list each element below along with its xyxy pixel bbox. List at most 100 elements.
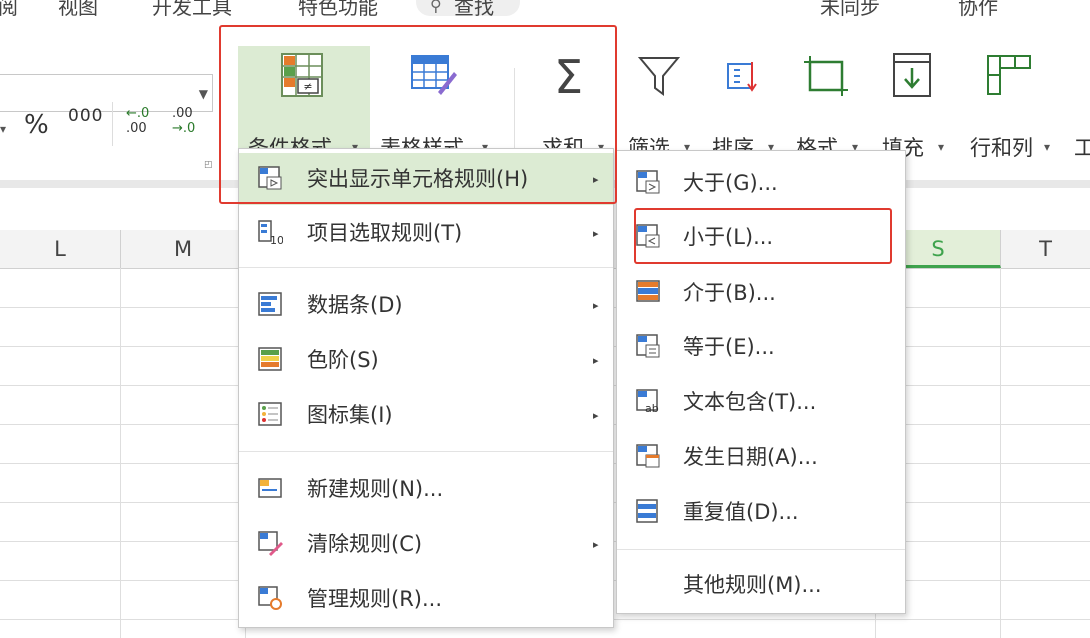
submenu-item-text-contains[interactable]: ab 文本包含(T)... <box>617 376 905 426</box>
equal-to-icon <box>636 334 660 358</box>
manage-rules-icon <box>258 586 282 610</box>
duplicate-values-icon <box>636 499 658 523</box>
submenu-item-label: 重复值(D)... <box>683 500 799 524</box>
menu-item-label: 清除规则(C) <box>307 532 423 556</box>
search-label: 查找 <box>454 0 494 19</box>
rows-cols-icon <box>987 55 1031 95</box>
divider <box>112 102 113 146</box>
submenu-item-label: 大于(G)... <box>683 171 778 195</box>
grid-col-line <box>1000 268 1001 638</box>
search-box[interactable]: ⚲ 查找 <box>416 0 520 19</box>
filter-icon <box>638 57 680 96</box>
menu-item-clear-rules[interactable]: 清除规则(C) ▸ <box>239 518 613 568</box>
data-bars-icon <box>258 292 282 316</box>
submenu-item-greater-than[interactable]: 大于(G)... <box>617 157 905 207</box>
menu-dev-tools[interactable]: 开发工具 <box>152 0 232 20</box>
svg-text:ab: ab <box>645 402 659 414</box>
less-than-icon <box>636 224 660 248</box>
chevron-down-icon: ▾ <box>1044 140 1051 154</box>
submenu-item-date-occurring[interactable]: 发生日期(A)... <box>617 431 905 481</box>
menu-item-label: 突出显示单元格规则(H) <box>307 167 529 191</box>
top-menu-bar: 阅 视图 开发工具 特色功能 ⚲ 查找 未同步 协作 <box>0 0 1090 22</box>
menu-view[interactable]: 视图 <box>58 0 98 20</box>
menu-item-top-bottom-rules[interactable]: 10 项目选取规则(T) ▸ <box>239 207 613 257</box>
color-scales-icon <box>258 347 282 371</box>
menu-separator <box>617 549 905 550</box>
column-header-l[interactable]: L <box>0 230 121 268</box>
text-contains-icon: ab <box>636 389 659 414</box>
calendar-icon <box>636 444 660 468</box>
clear-rules-icon <box>258 531 283 556</box>
submenu-item-between[interactable]: 介于(B)... <box>617 267 905 317</box>
conditional-format-menu: 突出显示单元格规则(H) ▸ 10 项目选取规则(T) ▸ 数据条(D) ▸ 色… <box>238 148 614 628</box>
worksheet-button[interactable]: 工 <box>1074 132 1090 162</box>
decrease-decimal-button[interactable]: .00 →.0 <box>172 106 195 136</box>
menu-special-features[interactable]: 特色功能 <box>298 0 378 20</box>
menu-item-new-rule[interactable]: 新建规则(N)... <box>239 463 613 513</box>
menu-item-label: 管理规则(R)... <box>307 587 443 611</box>
menu-item-color-scales[interactable]: 色阶(S) ▸ <box>239 334 613 384</box>
chevron-right-icon: ▸ <box>593 354 599 367</box>
column-header-m[interactable]: M <box>121 230 246 268</box>
table-style-icon <box>411 55 457 95</box>
svg-text:10: 10 <box>270 234 283 245</box>
format-icon <box>804 56 848 96</box>
top-bottom-rules-icon: 10 <box>258 220 283 245</box>
column-header-t[interactable]: T <box>1001 230 1090 268</box>
chevron-right-icon: ▸ <box>593 538 599 551</box>
menu-review[interactable]: 阅 <box>0 0 18 20</box>
menu-item-data-bars[interactable]: 数据条(D) ▸ <box>239 279 613 329</box>
submenu-item-equal-to[interactable]: 等于(E)... <box>617 321 905 371</box>
submenu-item-label: 其他规则(M)... <box>683 573 822 597</box>
new-rule-icon <box>258 478 282 498</box>
submenu-item-duplicate-values[interactable]: 重复值(D)... <box>617 486 905 536</box>
dec-decimal-top: .00 <box>172 106 193 121</box>
between-icon <box>636 280 660 302</box>
sync-status[interactable]: 未同步 <box>820 0 880 20</box>
sort-icon <box>727 62 757 92</box>
conditional-format-icon: ≠ <box>281 53 323 97</box>
search-icon: ⚲ <box>430 0 442 15</box>
chevron-down-icon: ▼ <box>198 87 208 101</box>
submenu-item-less-than[interactable]: 小于(L)... <box>617 211 905 261</box>
chevron-right-icon: ▸ <box>593 409 599 422</box>
fill-icon <box>893 53 931 97</box>
menu-item-label: 数据条(D) <box>307 293 403 317</box>
highlight-cells-submenu: 大于(G)... 小于(L)... 介于(B)... 等于(E)... ab 文… <box>616 150 906 614</box>
inc-decimal-top: ←.0 <box>126 106 150 121</box>
chevron-down-icon[interactable]: ▾ <box>0 122 6 136</box>
submenu-item-more-rules[interactable]: 其他规则(M)... <box>617 559 905 609</box>
submenu-item-label: 小于(L)... <box>683 225 774 249</box>
submenu-item-label: 发生日期(A)... <box>683 445 818 469</box>
greater-than-icon <box>636 170 660 194</box>
menu-item-label: 新建规则(N)... <box>307 477 444 501</box>
chevron-right-icon: ▸ <box>593 173 599 186</box>
sigma-icon: Σ <box>554 50 584 104</box>
chevron-right-icon: ▸ <box>593 227 599 240</box>
chevron-down-icon: ▾ <box>938 140 945 154</box>
rows-cols-button[interactable]: 行和列 ▾ <box>964 46 1064 170</box>
grid-col-line <box>120 268 121 638</box>
thousands-button[interactable]: 000 <box>68 106 103 126</box>
inc-decimal-bottom: .00 <box>126 121 147 136</box>
menu-separator <box>239 267 613 268</box>
rows-cols-label: 行和列 <box>970 136 1033 160</box>
chevron-right-icon: ▸ <box>593 299 599 312</box>
svg-text:≠: ≠ <box>303 80 312 93</box>
dialog-launcher-icon[interactable]: ◰ <box>204 160 213 170</box>
menu-item-icon-sets[interactable]: 图标集(I) ▸ <box>239 389 613 439</box>
menu-item-highlight-cells-rules[interactable]: 突出显示单元格规则(H) ▸ <box>239 153 613 205</box>
increase-decimal-button[interactable]: ←.0 .00 <box>126 106 149 136</box>
submenu-item-label: 文本包含(T)... <box>683 390 817 414</box>
collaborate-button[interactable]: 协作 <box>958 0 998 20</box>
menu-item-label: 色阶(S) <box>307 348 379 372</box>
menu-item-manage-rules[interactable]: 管理规则(R)... <box>239 573 613 623</box>
dec-decimal-bottom: →.0 <box>172 121 196 136</box>
menu-separator <box>239 451 613 452</box>
submenu-item-label: 介于(B)... <box>683 281 776 305</box>
icon-sets-icon <box>258 402 282 426</box>
submenu-item-label: 等于(E)... <box>683 335 775 359</box>
percent-button[interactable]: % <box>24 110 49 140</box>
menu-item-label: 项目选取规则(T) <box>307 221 463 245</box>
menu-item-label: 图标集(I) <box>307 403 393 427</box>
